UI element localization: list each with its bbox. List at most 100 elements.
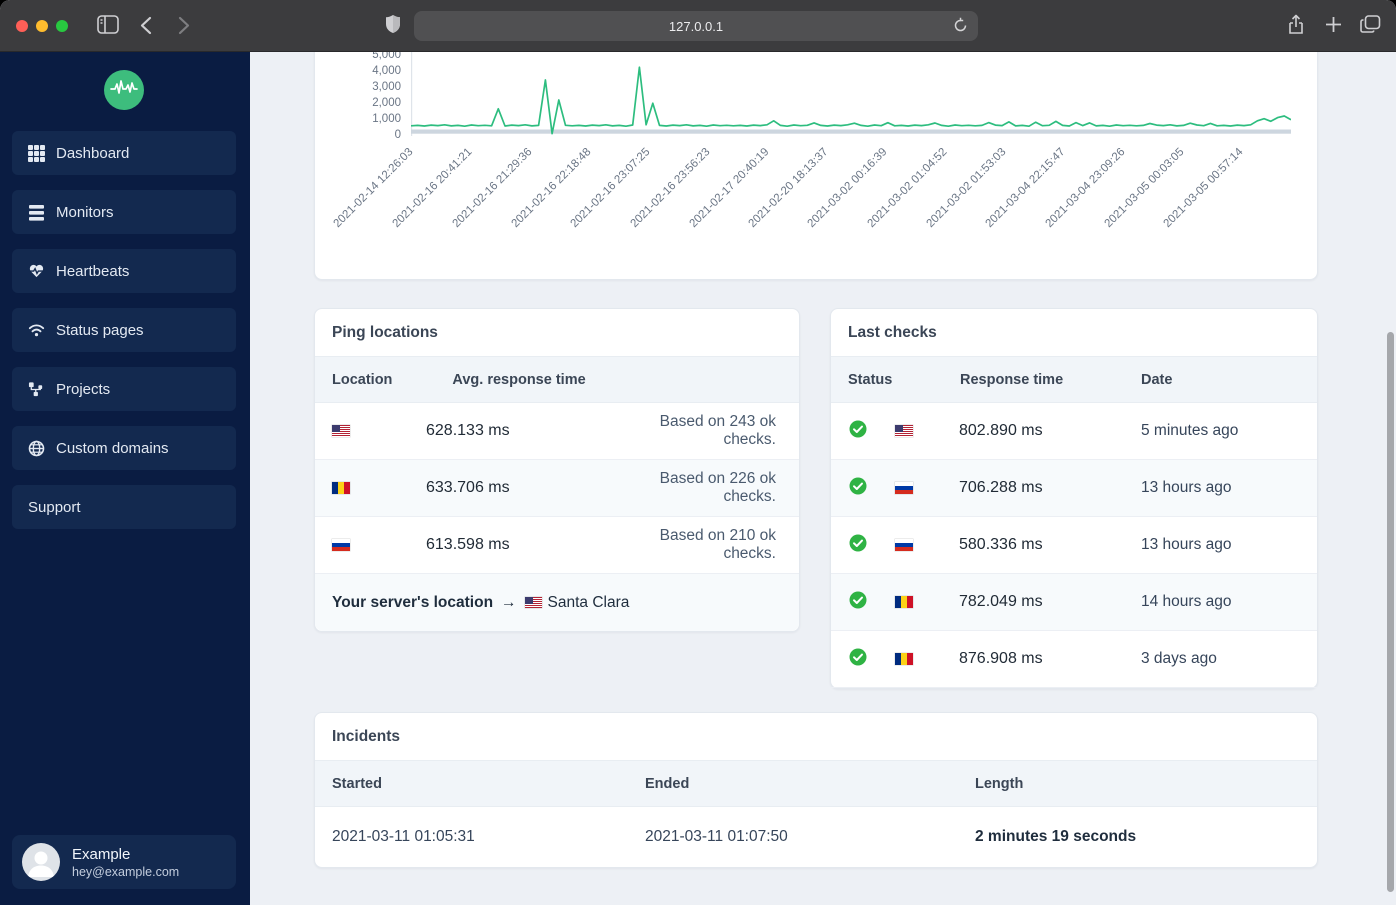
user-name: Example bbox=[72, 845, 131, 863]
x-axis-tick: 2021-03-02 00:16:39 bbox=[805, 146, 890, 231]
minimize-window-button[interactable] bbox=[36, 20, 48, 32]
sidebar-item-label: Monitors bbox=[56, 203, 114, 221]
back-icon[interactable] bbox=[140, 16, 152, 35]
sidebar-item-custom-domains[interactable]: Custom domains bbox=[12, 426, 236, 470]
checks-note: Based on 226 ok checks. bbox=[659, 470, 776, 505]
last-checks-card: Last checks Status Response time Date 80… bbox=[830, 308, 1318, 689]
sidebar-item-dashboard[interactable]: Dashboard bbox=[12, 131, 236, 175]
ping-location-row: 613.598 ms Based on 210 ok checks. bbox=[315, 517, 799, 574]
check-circle-icon bbox=[849, 477, 867, 500]
forward-icon[interactable] bbox=[178, 16, 190, 35]
us-flag-icon bbox=[332, 425, 350, 437]
y-axis-tick: 5,000 bbox=[372, 52, 401, 61]
browser-toolbar: 127.0.0.1 bbox=[0, 0, 1396, 52]
x-axis-tick: 2021-02-16 22:18:48 bbox=[509, 146, 594, 231]
column-avg-response-time: Avg. response time bbox=[452, 371, 586, 388]
ping-locations-header: Location Avg. response time bbox=[315, 357, 799, 403]
x-axis-tick: 2021-02-16 23:07:25 bbox=[568, 146, 653, 231]
sidebar-item-label: Custom domains bbox=[56, 439, 169, 457]
x-axis-tick: 2021-03-04 22:15:47 bbox=[983, 146, 1068, 231]
check-circle-icon bbox=[849, 591, 867, 614]
sidebar-item-projects[interactable]: Projects bbox=[12, 367, 236, 411]
x-axis-tick: 2021-02-14 12:26:03 bbox=[331, 146, 416, 231]
y-axis-tick: 1,000 bbox=[372, 113, 401, 125]
check-circle-icon bbox=[849, 534, 867, 557]
sidebar-item-label: Projects bbox=[56, 380, 111, 398]
column-started: Started bbox=[332, 775, 382, 792]
check-response-time: 802.890 ms bbox=[959, 422, 1043, 439]
incident-length: 2 minutes 19 seconds bbox=[975, 828, 1137, 845]
avg-response-time: 613.598 ms bbox=[426, 536, 510, 553]
privacy-shield-icon[interactable] bbox=[385, 14, 401, 34]
russia-flag-icon bbox=[895, 482, 913, 494]
sidebar-item-status-pages[interactable]: Status pages bbox=[12, 308, 236, 352]
response-time-chart-card: 0 1,000 2,000 3,000 4,000 5,000 2021-02-14 12… bbox=[314, 52, 1318, 280]
incidents-card: Incidents Started Ended Length 2021-03-1… bbox=[314, 712, 1318, 868]
projects-icon bbox=[28, 381, 45, 398]
new-tab-icon[interactable] bbox=[1325, 16, 1342, 33]
check-date: 13 hours ago bbox=[1141, 479, 1232, 496]
sidebar-item-label: Heartbeats bbox=[56, 262, 130, 280]
close-window-button[interactable] bbox=[16, 20, 28, 32]
arrow-right-icon: → bbox=[501, 593, 517, 611]
sidebar-toggle-icon[interactable] bbox=[97, 15, 119, 34]
tab-overview-icon[interactable] bbox=[1360, 15, 1381, 34]
column-status: Status bbox=[848, 371, 893, 388]
last-checks-title: Last checks bbox=[831, 309, 1317, 357]
url-text: 127.0.0.1 bbox=[668, 18, 724, 34]
check-response-time: 706.288 ms bbox=[959, 479, 1043, 496]
column-length: Length bbox=[975, 775, 1024, 792]
app-logo[interactable] bbox=[104, 70, 144, 110]
incidents-title: Incidents bbox=[315, 713, 1317, 761]
monitors-icon bbox=[28, 204, 45, 221]
check-circle-icon bbox=[849, 420, 867, 443]
wifi-icon bbox=[28, 322, 45, 339]
sidebar-item-label: Status pages bbox=[56, 321, 144, 339]
user-menu[interactable]: Example hey@example.com bbox=[12, 835, 236, 889]
check-date: 14 hours ago bbox=[1141, 593, 1232, 610]
ping-location-row: 628.133 ms Based on 243 ok checks. bbox=[315, 403, 799, 460]
column-location: Location bbox=[332, 371, 393, 388]
check-date: 13 hours ago bbox=[1141, 536, 1232, 553]
y-axis-tick: 3,000 bbox=[372, 81, 401, 93]
last-check-row: 706.288 ms 13 hours ago bbox=[831, 460, 1317, 517]
ping-locations-card: Ping locations Location Avg. response ti… bbox=[314, 308, 800, 632]
reload-icon[interactable] bbox=[952, 17, 969, 39]
incidents-header: Started Ended Length bbox=[315, 761, 1317, 807]
sidebar-item-support[interactable]: Support bbox=[12, 485, 236, 529]
check-response-time: 580.336 ms bbox=[959, 536, 1043, 553]
romania-flag-icon bbox=[895, 653, 913, 665]
y-axis-tick: 4,000 bbox=[372, 65, 401, 77]
avg-response-time: 633.706 ms bbox=[426, 479, 510, 496]
column-ended: Ended bbox=[645, 775, 690, 792]
ping-location-row: 633.706 ms Based on 226 ok checks. bbox=[315, 460, 799, 517]
vertical-scrollbar[interactable] bbox=[1387, 332, 1394, 892]
us-flag-icon bbox=[524, 597, 542, 608]
sidebar-item-heartbeats[interactable]: Heartbeats bbox=[12, 249, 236, 293]
last-check-row: 580.336 ms 13 hours ago bbox=[831, 517, 1317, 574]
response-time-line-chart bbox=[411, 52, 1291, 136]
x-axis-tick: 2021-02-16 20:41:21 bbox=[390, 146, 475, 231]
user-email: hey@example.com bbox=[72, 864, 180, 879]
x-axis-tick: 2021-03-04 23:09:26 bbox=[1043, 146, 1128, 231]
y-axis-tick: 2,000 bbox=[372, 97, 401, 109]
x-axis-tick: 2021-03-02 01:53:03 bbox=[924, 146, 1009, 231]
column-response-time: Response time bbox=[960, 371, 1064, 388]
checks-note: Based on 243 ok checks. bbox=[659, 413, 776, 448]
address-bar[interactable]: 127.0.0.1 bbox=[414, 11, 978, 41]
ping-locations-title: Ping locations bbox=[315, 309, 799, 357]
russia-flag-icon bbox=[332, 539, 350, 551]
column-date: Date bbox=[1141, 371, 1173, 388]
grid-icon bbox=[28, 144, 45, 162]
incident-row: 2021-03-11 01:05:31 2021-03-11 01:07:50 2 … bbox=[315, 807, 1317, 867]
heartbeat-icon bbox=[28, 263, 45, 280]
romania-flag-icon bbox=[332, 482, 350, 494]
sidebar-item-label: Dashboard bbox=[56, 144, 130, 162]
check-date: 3 days ago bbox=[1141, 650, 1217, 667]
check-response-time: 782.049 ms bbox=[959, 593, 1043, 610]
zoom-window-button[interactable] bbox=[56, 20, 68, 32]
check-response-time: 876.908 ms bbox=[959, 650, 1043, 667]
x-axis-tick: 2021-03-05 00:03:05 bbox=[1102, 146, 1187, 231]
sidebar-item-monitors[interactable]: Monitors bbox=[12, 190, 236, 234]
share-icon[interactable] bbox=[1287, 14, 1305, 36]
